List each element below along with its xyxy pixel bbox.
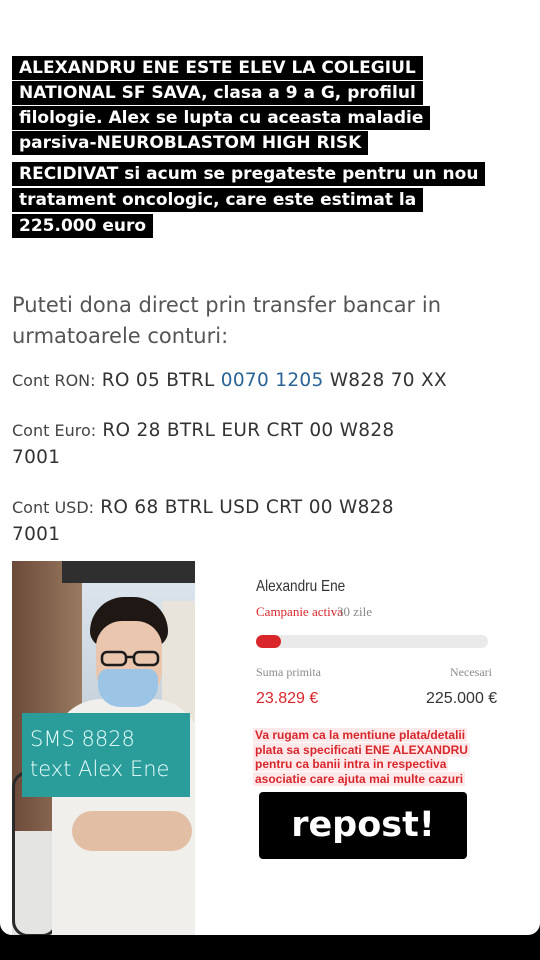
needed-value: 225.000 € <box>426 690 498 707</box>
sms-line-2: text Alex Ene <box>30 757 170 781</box>
header-line-7: 225.000 euro <box>12 214 154 238</box>
account-eur-value: RO 28 BTRL EUR CRT 00 W828 <box>102 420 395 441</box>
header-line-3: filologie. Alex se lupta cu aceasta mala… <box>12 106 431 130</box>
account-usd-value: RO 68 BTRL USD CRT 00 W828 <box>100 497 394 518</box>
account-eur: Cont Euro: RO 28 BTRL EUR CRT 00 W828 70… <box>12 417 394 471</box>
header-line-6: tratament oncologic, care este estimat l… <box>12 188 424 212</box>
raised-value: 23.829 € <box>256 690 319 707</box>
campaign-name: Alexandru Ene <box>256 578 346 595</box>
account-eur-label: Cont Euro: <box>12 421 97 440</box>
campaign-days: 30 zile <box>337 604 373 619</box>
account-usd-value-cont: 7001 <box>12 524 61 545</box>
account-usd: Cont USD: RO 68 BTRL USD CRT 00 W828 700… <box>12 494 394 548</box>
raised-label: Suma primita <box>256 665 321 679</box>
repost-sticker: repost! <box>259 792 467 859</box>
story-canvas: ALEXANDRU ENE ESTE ELEV LA COLEGIUL NATI… <box>0 0 540 935</box>
header-line-4: parsiva-NEUROBLASTOM HIGH RISK <box>12 131 369 155</box>
campaign-progress-fill <box>256 635 281 648</box>
account-ron-label: Cont RON: <box>12 371 96 390</box>
campaign-progress-bar <box>256 635 488 648</box>
account-usd-label: Cont USD: <box>12 498 95 517</box>
account-ron-prefix: RO 05 BTRL <box>101 370 215 391</box>
needed-label: Necesari <box>450 665 492 679</box>
sms-box: SMS 8828 text Alex Ene <box>22 713 190 797</box>
payment-note-text: Va rugam ca la mentiune plata/detalii pl… <box>253 728 470 786</box>
account-eur-value-cont: 7001 <box>12 447 61 468</box>
header-line-5: RECIDIVAT si acum se pregateste pentru u… <box>12 162 486 186</box>
header-line-2: NATIONAL SF SAVA, clasa a 9 a G, profilu… <box>12 81 423 105</box>
account-ron-link[interactable]: 0070 1205 <box>221 370 324 391</box>
account-ron: Cont RON: RO 05 BTRL 0070 1205 W828 70 X… <box>12 367 447 394</box>
payment-note: Va rugam ca la mentiune plata/detalii pl… <box>253 728 485 786</box>
campaign-status: Campanie activa <box>256 604 343 619</box>
account-ron-suffix: W828 70 XX <box>329 370 447 391</box>
bank-intro: Puteti dona direct prin transfer bancar … <box>12 293 442 348</box>
sms-line-1: SMS 8828 <box>30 727 135 751</box>
header-line-1: ALEXANDRU ENE ESTE ELEV LA COLEGIUL <box>12 56 423 80</box>
